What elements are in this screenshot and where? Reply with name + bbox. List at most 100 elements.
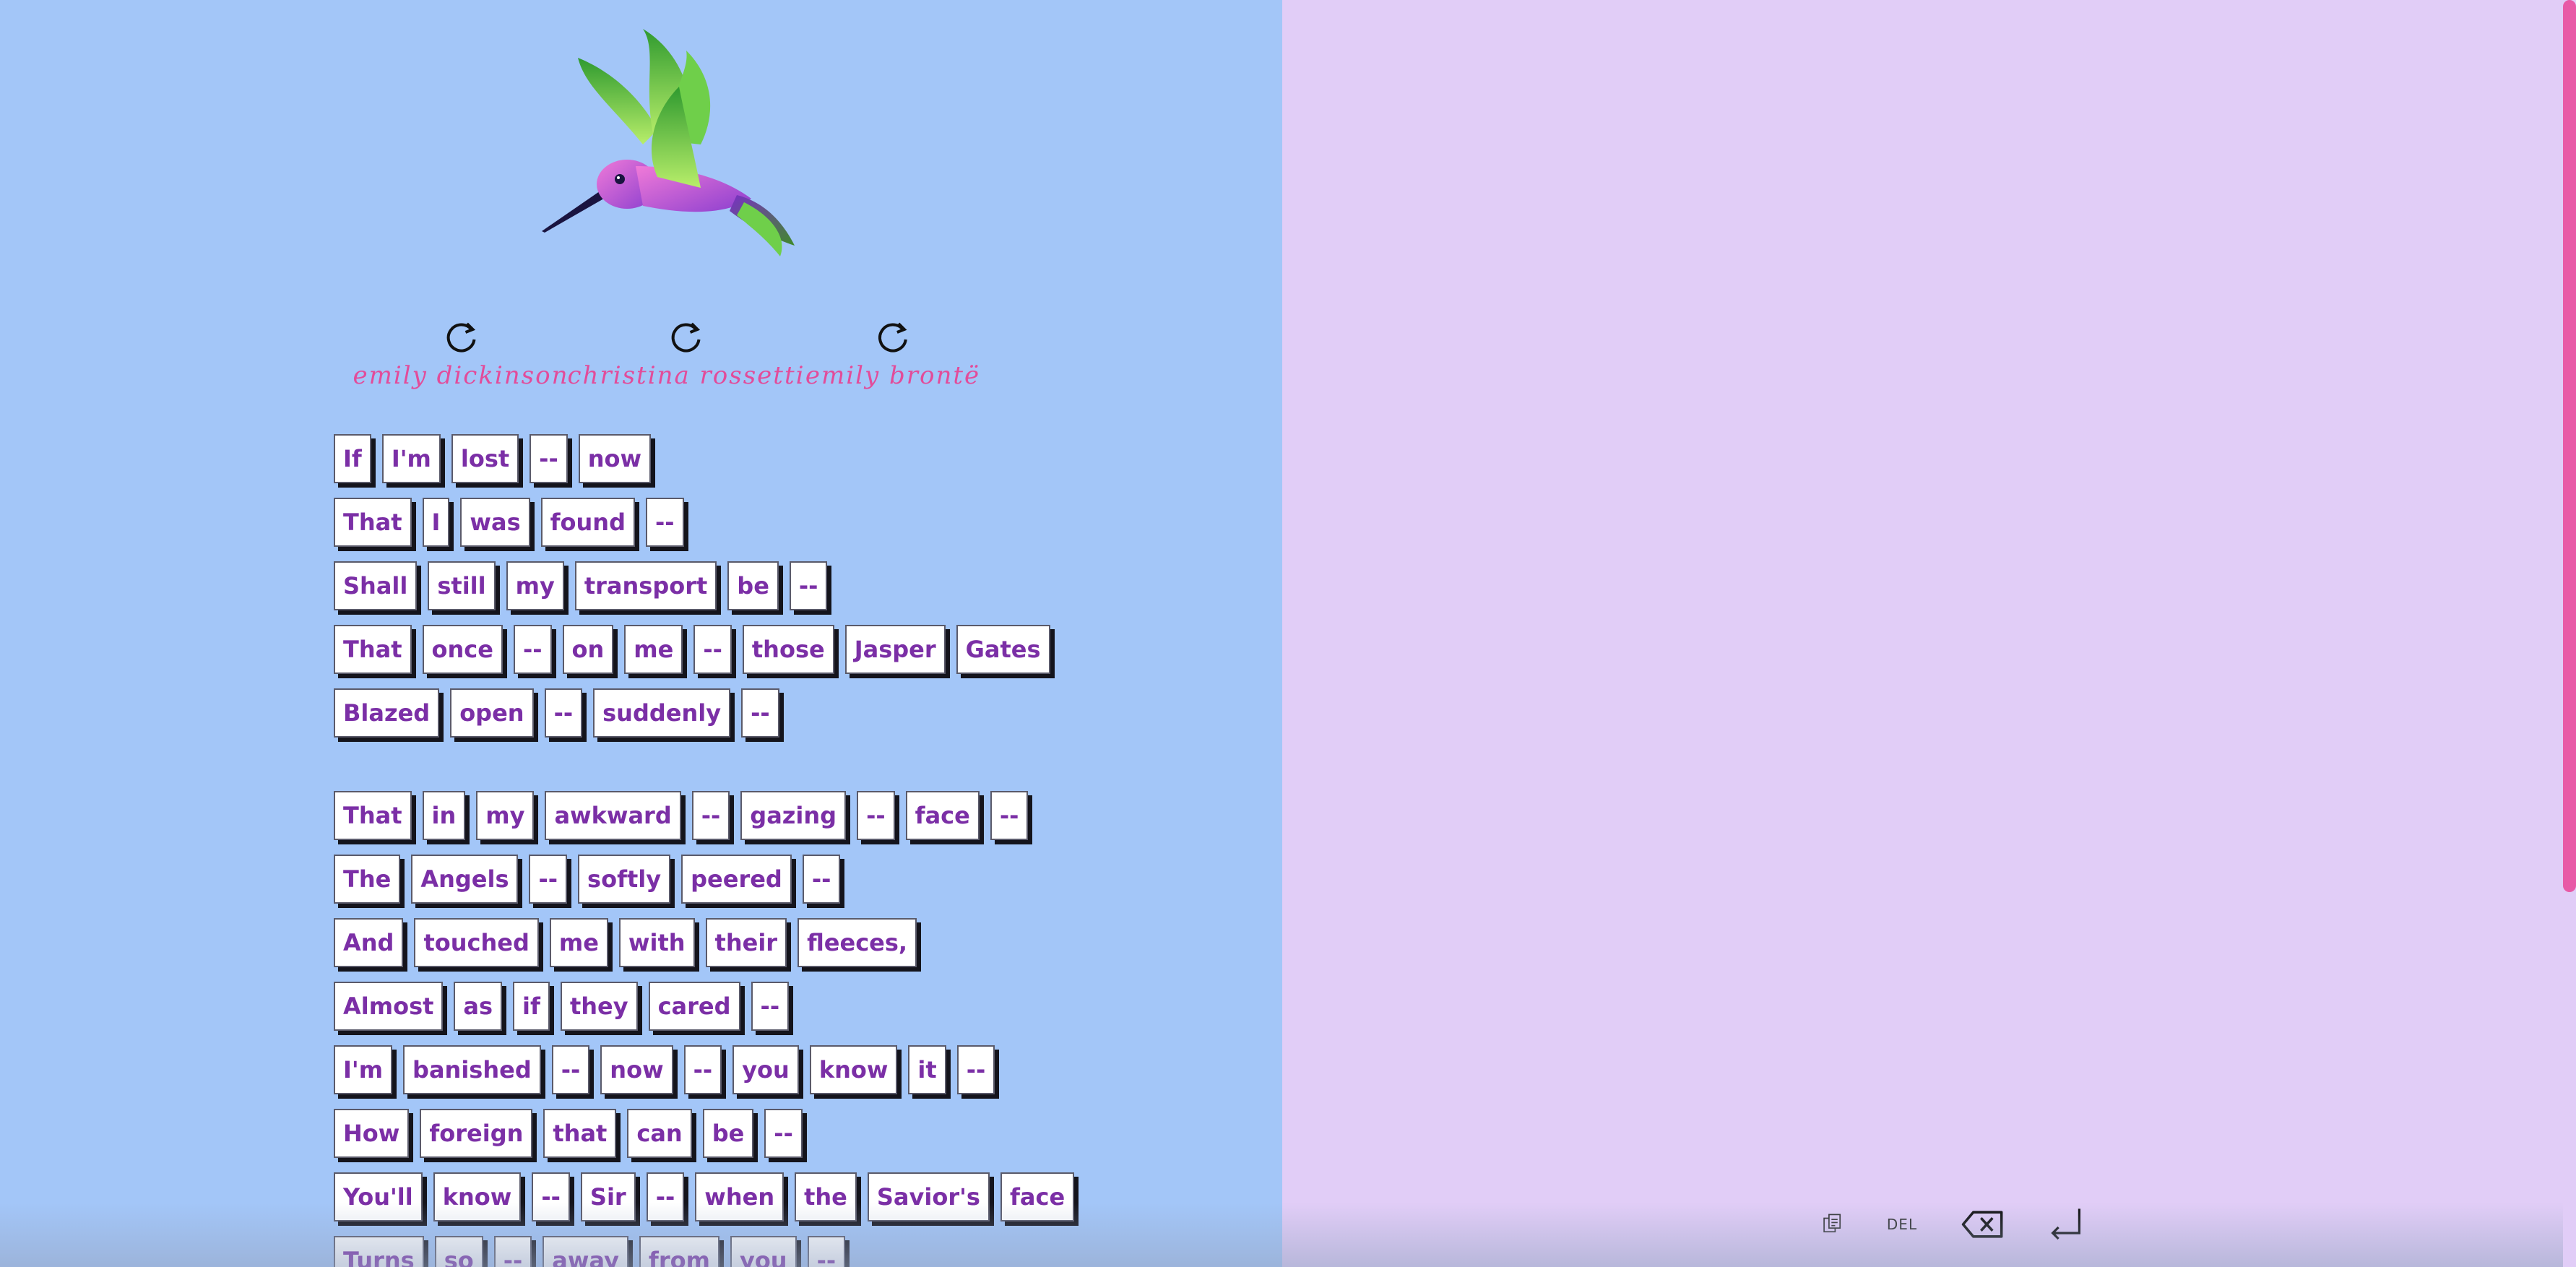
- word-tile[interactable]: those: [742, 625, 834, 674]
- word-tile[interactable]: the: [795, 1172, 857, 1221]
- word-tile[interactable]: --: [807, 1236, 846, 1267]
- word-tile[interactable]: --: [683, 1045, 722, 1094]
- word-tile[interactable]: The: [334, 855, 401, 904]
- word-tile[interactable]: that: [543, 1109, 617, 1158]
- word-tile[interactable]: How: [334, 1109, 410, 1158]
- word-tile[interactable]: --: [646, 1172, 685, 1221]
- word-tile[interactable]: --: [529, 855, 568, 904]
- poet-name[interactable]: emily brontë: [805, 361, 980, 390]
- word-tile[interactable]: --: [645, 498, 684, 547]
- backspace-button[interactable]: [1958, 1203, 2008, 1246]
- word-tile[interactable]: --: [789, 561, 828, 610]
- refresh-icon[interactable]: [667, 318, 705, 355]
- word-tile[interactable]: --: [530, 434, 568, 483]
- word-tile[interactable]: --: [802, 855, 841, 904]
- word-tile[interactable]: fleeces,: [798, 918, 917, 967]
- word-tile[interactable]: And: [334, 918, 404, 967]
- word-tile[interactable]: you: [730, 1236, 797, 1267]
- word-tile[interactable]: you: [732, 1045, 799, 1094]
- word-tile[interactable]: when: [695, 1172, 785, 1221]
- word-tile[interactable]: cared: [648, 982, 740, 1031]
- word-tile[interactable]: my: [506, 561, 564, 610]
- word-tile[interactable]: --: [956, 1045, 995, 1094]
- word-tile[interactable]: --: [693, 625, 732, 674]
- word-tile[interactable]: lost: [451, 434, 519, 483]
- scrollbar-thumb[interactable]: [2563, 0, 2576, 892]
- word-tile[interactable]: was: [460, 498, 530, 547]
- word-tile[interactable]: --: [751, 982, 790, 1031]
- word-tile[interactable]: their: [705, 918, 787, 967]
- poet-emily-dickinson[interactable]: emily dickinson: [353, 318, 569, 397]
- word-tile[interactable]: awkward: [545, 791, 681, 840]
- word-tile[interactable]: open: [450, 688, 534, 738]
- scrollbar[interactable]: [2563, 0, 2576, 1267]
- poet-name[interactable]: christina rossetti: [568, 361, 805, 390]
- word-tile[interactable]: I: [422, 498, 450, 547]
- word-tile[interactable]: Turns: [334, 1236, 424, 1267]
- word-tile[interactable]: suddenly: [593, 688, 731, 738]
- word-tile[interactable]: --: [493, 1236, 532, 1267]
- word-tile[interactable]: --: [532, 1172, 570, 1221]
- word-tile[interactable]: once: [422, 625, 503, 674]
- word-tile[interactable]: me: [549, 918, 608, 967]
- word-tile[interactable]: --: [691, 791, 730, 840]
- word-tile[interactable]: if: [513, 982, 550, 1031]
- word-tile[interactable]: they: [560, 982, 638, 1031]
- word-tile[interactable]: know: [433, 1172, 522, 1221]
- word-tile[interactable]: it: [908, 1045, 946, 1094]
- word-tile[interactable]: That: [334, 498, 412, 547]
- word-tile[interactable]: That: [334, 791, 412, 840]
- word-tile[interactable]: Shall: [334, 561, 418, 610]
- word-tile[interactable]: Blazed: [334, 688, 440, 738]
- word-tile[interactable]: banished: [403, 1045, 541, 1094]
- composition-area[interactable]: DEL: [1282, 0, 2563, 1267]
- word-tile[interactable]: Sir: [580, 1172, 636, 1221]
- poet-name[interactable]: emily dickinson: [353, 361, 569, 390]
- word-tile[interactable]: face: [905, 791, 980, 840]
- word-tile[interactable]: Almost: [334, 982, 444, 1031]
- word-tile[interactable]: so: [434, 1236, 483, 1267]
- word-tile[interactable]: Gates: [956, 625, 1050, 674]
- word-tile[interactable]: still: [428, 561, 496, 610]
- word-tile[interactable]: transport: [574, 561, 717, 610]
- word-tile[interactable]: Angels: [411, 855, 519, 904]
- word-tile[interactable]: touched: [414, 918, 539, 967]
- word-tile[interactable]: --: [857, 791, 895, 840]
- word-tile[interactable]: now: [578, 434, 652, 483]
- word-tile[interactable]: I'm: [334, 1045, 393, 1094]
- poet-emily-bronte[interactable]: emily brontë: [805, 318, 980, 397]
- word-tile[interactable]: Savior's: [867, 1172, 990, 1221]
- delete-all-button[interactable]: DEL: [1880, 1210, 1924, 1239]
- word-tile[interactable]: peered: [681, 855, 792, 904]
- word-tile[interactable]: be: [727, 561, 779, 610]
- word-tile[interactable]: now: [600, 1045, 673, 1094]
- word-tile[interactable]: can: [627, 1109, 692, 1158]
- word-tile[interactable]: If: [334, 434, 371, 483]
- enter-button[interactable]: [2041, 1199, 2091, 1250]
- word-tile[interactable]: face: [1000, 1172, 1075, 1221]
- word-tile[interactable]: --: [513, 625, 552, 674]
- word-tile[interactable]: be: [702, 1109, 754, 1158]
- word-tile[interactable]: --: [741, 688, 779, 738]
- word-tile[interactable]: away: [543, 1236, 628, 1267]
- word-tile[interactable]: --: [551, 1045, 590, 1094]
- poet-christina-rossetti[interactable]: christina rossetti: [568, 318, 805, 397]
- word-tile[interactable]: softly: [578, 855, 671, 904]
- word-tile[interactable]: foreign: [420, 1109, 533, 1158]
- word-tile[interactable]: from: [639, 1236, 719, 1267]
- word-tile[interactable]: me: [624, 625, 683, 674]
- word-tile[interactable]: know: [809, 1045, 898, 1094]
- word-tile[interactable]: my: [476, 791, 535, 840]
- word-tile[interactable]: with: [618, 918, 695, 967]
- word-tile[interactable]: on: [562, 625, 614, 674]
- word-tile[interactable]: That: [334, 625, 412, 674]
- refresh-icon[interactable]: [874, 318, 912, 355]
- word-tile[interactable]: as: [454, 982, 503, 1031]
- word-tile[interactable]: gazing: [740, 791, 847, 840]
- word-tile[interactable]: Jasper: [844, 625, 946, 674]
- word-tile[interactable]: found: [540, 498, 635, 547]
- refresh-icon[interactable]: [442, 318, 480, 355]
- word-tile[interactable]: --: [764, 1109, 803, 1158]
- word-tile[interactable]: in: [422, 791, 466, 840]
- word-tile[interactable]: You'll: [334, 1172, 423, 1221]
